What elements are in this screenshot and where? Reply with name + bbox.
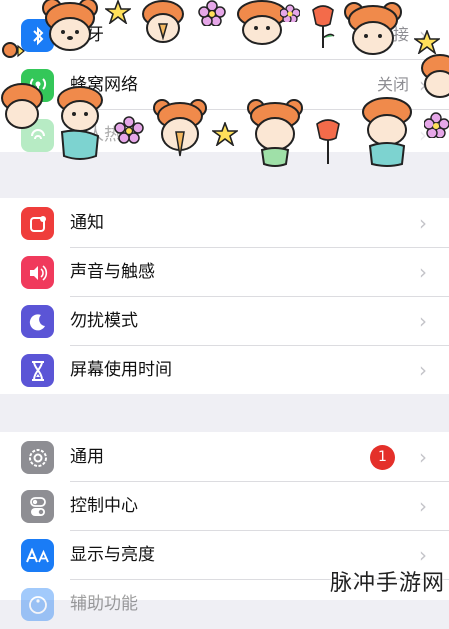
flower-icon: [424, 112, 449, 138]
accessibility-icon: [21, 588, 54, 621]
sticker-bear-4: [344, 2, 402, 55]
tulip-icon: [312, 5, 335, 48]
watermark-text: 脉冲手游网: [329, 571, 445, 596]
settings-row-general[interactable]: 通用 1 ›: [0, 432, 449, 482]
chevron-right-icon: ›: [419, 309, 427, 333]
settings-row-label: 显示与亮度: [70, 545, 155, 565]
settings-row-label: 屏幕使用时间: [70, 360, 172, 380]
flower-icon: [114, 116, 144, 144]
sticker-bear-10: [362, 97, 412, 167]
settings-group-notifications: 通知 › 声音与触感 › 勿扰模式 › 屏幕使用时间 ›: [0, 198, 449, 394]
chevron-right-icon: ›: [419, 260, 427, 284]
toggles-icon: [21, 490, 54, 523]
settings-row-label: 通知: [70, 213, 104, 233]
hourglass-icon: [21, 354, 54, 387]
settings-row-value: 关闭: [376, 75, 409, 94]
notification-badge: 1: [370, 445, 395, 470]
chevron-right-icon: ›: [419, 543, 427, 567]
chevron-right-icon: ›: [419, 494, 427, 518]
sound-icon: [21, 256, 54, 289]
settings-row-screen-time[interactable]: 屏幕使用时间 ›: [0, 345, 449, 395]
sticker-bear-9: [247, 99, 303, 167]
settings-row-do-not-disturb[interactable]: 勿扰模式 ›: [0, 296, 449, 346]
settings-row-sounds[interactable]: 声音与触感 ›: [0, 247, 449, 297]
sticker-bear-2: [142, 0, 184, 43]
tulip-icon: [316, 119, 340, 164]
aa-display-icon: [21, 539, 54, 572]
star-icon: [212, 122, 238, 146]
sticker-bear-5: [421, 54, 449, 98]
chevron-right-icon: ›: [419, 211, 427, 235]
star-icon: [414, 30, 440, 54]
gear-icon: [21, 441, 54, 474]
sticker-bear-8: [153, 99, 207, 157]
sticker-bear-7: [57, 86, 103, 160]
sticker-bear-1: [42, 0, 98, 51]
chevron-right-icon: ›: [419, 445, 427, 469]
settings-row-label: 通用: [70, 447, 104, 467]
settings-row-control-center[interactable]: 控制中心 ›: [0, 481, 449, 531]
notification-icon: [21, 207, 54, 240]
flower-icon: [280, 4, 300, 22]
star-icon: [105, 0, 131, 24]
settings-row-notifications[interactable]: 通知 ›: [0, 198, 449, 248]
settings-row-label: 控制中心: [70, 496, 138, 516]
settings-row-label: 辅助功能: [70, 594, 138, 614]
settings-row-label: 勿扰模式: [70, 311, 138, 331]
chevron-right-icon: ›: [419, 358, 427, 382]
settings-row-label: 声音与触感: [70, 262, 155, 282]
sticker-bear-6: [1, 42, 43, 129]
moon-icon: [21, 305, 54, 338]
flower-icon: [198, 0, 226, 26]
